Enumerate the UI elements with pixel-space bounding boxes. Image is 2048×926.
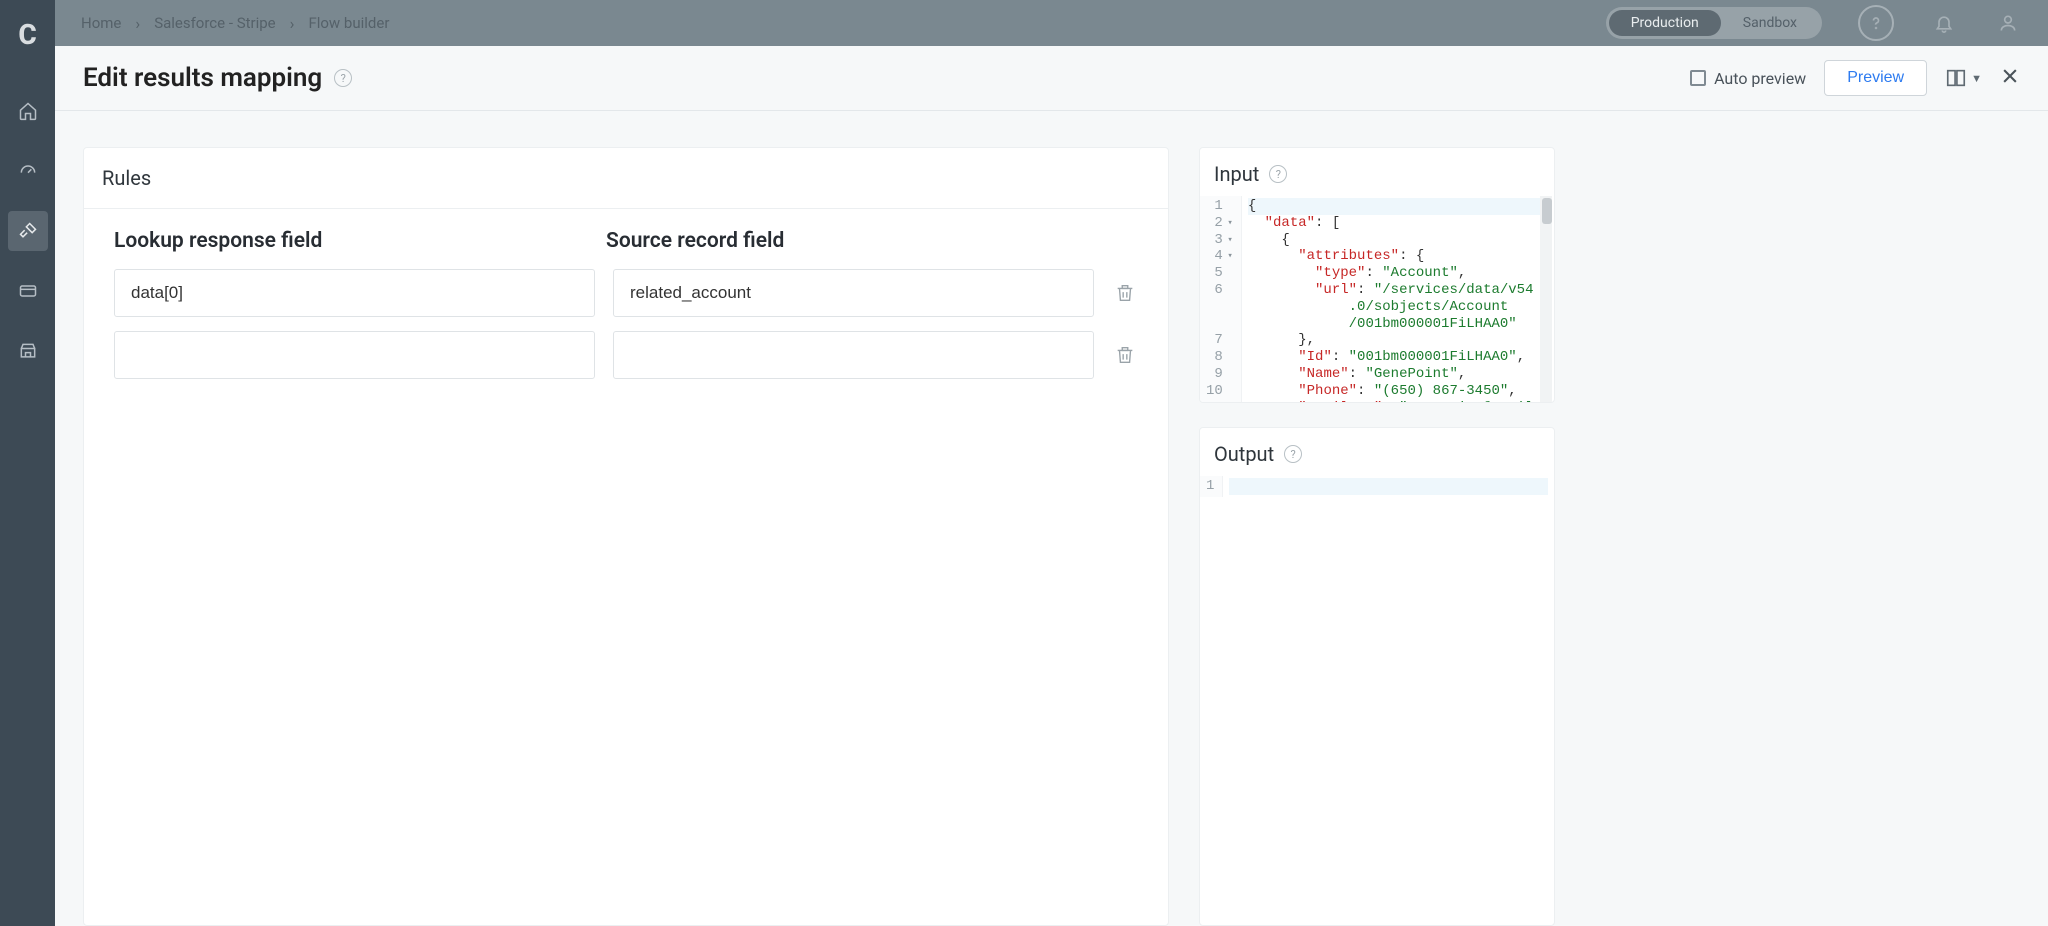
nav-home-icon[interactable] — [8, 91, 48, 131]
output-title: Output — [1214, 442, 1274, 466]
environment-toggle: Production Sandbox — [1606, 7, 1822, 39]
breadcrumb-leaf[interactable]: Flow builder — [308, 14, 389, 32]
help-tooltip-icon[interactable]: ? — [1269, 165, 1287, 183]
nav-card-icon[interactable] — [8, 271, 48, 311]
col-lookup-header: Lookup response field — [114, 229, 588, 253]
source-field-input[interactable] — [613, 331, 1094, 379]
rules-panel-title: Rules — [84, 148, 1168, 209]
app-logo: C — [18, 18, 36, 51]
chevron-right-icon: › — [286, 14, 299, 33]
nav-store-icon[interactable] — [8, 331, 48, 371]
rules-panel: Rules Lookup response field Source recor… — [83, 147, 1169, 926]
user-icon[interactable] — [1994, 5, 2022, 41]
rule-row — [114, 331, 1138, 379]
delete-row-icon[interactable] — [1112, 342, 1138, 368]
breadcrumb-mid[interactable]: Salesforce - Stripe — [154, 14, 275, 32]
lookup-field-input[interactable] — [114, 269, 595, 317]
output-code-editor[interactable]: 1 — [1200, 476, 1554, 497]
page-title: Edit results mapping — [83, 63, 322, 93]
top-bar: Home › Salesforce - Stripe › Flow builde… — [55, 0, 2048, 46]
nav-dashboard-icon[interactable] — [8, 151, 48, 191]
close-button[interactable] — [2000, 66, 2020, 90]
input-code-editor[interactable]: 12▾3▾4▾5678910111213 { "data": [ { "attr… — [1200, 196, 1554, 402]
source-field-input[interactable] — [613, 269, 1094, 317]
help-icon[interactable] — [1858, 5, 1894, 41]
env-sandbox[interactable]: Sandbox — [1721, 10, 1819, 36]
input-title: Input — [1214, 162, 1259, 186]
auto-preview-checkbox[interactable]: Auto preview — [1690, 69, 1806, 88]
breadcrumb-home[interactable]: Home — [81, 14, 121, 32]
scrollbar-track[interactable] — [1540, 196, 1552, 402]
auto-preview-label: Auto preview — [1714, 69, 1806, 88]
output-panel: Output ? 1 — [1199, 427, 1555, 926]
scrollbar-thumb[interactable] — [1542, 198, 1552, 224]
preview-button[interactable]: Preview — [1824, 60, 1927, 96]
help-tooltip-icon[interactable]: ? — [334, 69, 352, 87]
nav-build-icon[interactable] — [8, 211, 48, 251]
chevron-right-icon: › — [131, 14, 144, 33]
layout-toggle[interactable]: ▼ — [1945, 67, 1982, 89]
help-tooltip-icon[interactable]: ? — [1284, 445, 1302, 463]
col-source-header: Source record field — [606, 229, 1080, 253]
page-header: Edit results mapping ? Auto preview Prev… — [55, 46, 2048, 111]
chevron-down-icon: ▼ — [1971, 72, 1982, 85]
rule-row — [114, 269, 1138, 317]
delete-row-icon[interactable] — [1112, 280, 1138, 306]
bell-icon[interactable] — [1930, 5, 1958, 41]
lookup-field-input[interactable] — [114, 331, 595, 379]
env-production[interactable]: Production — [1609, 10, 1721, 36]
left-nav: C — [0, 0, 55, 926]
input-panel: Input ? 12▾3▾4▾5678910111213 { "data": [… — [1199, 147, 1555, 403]
